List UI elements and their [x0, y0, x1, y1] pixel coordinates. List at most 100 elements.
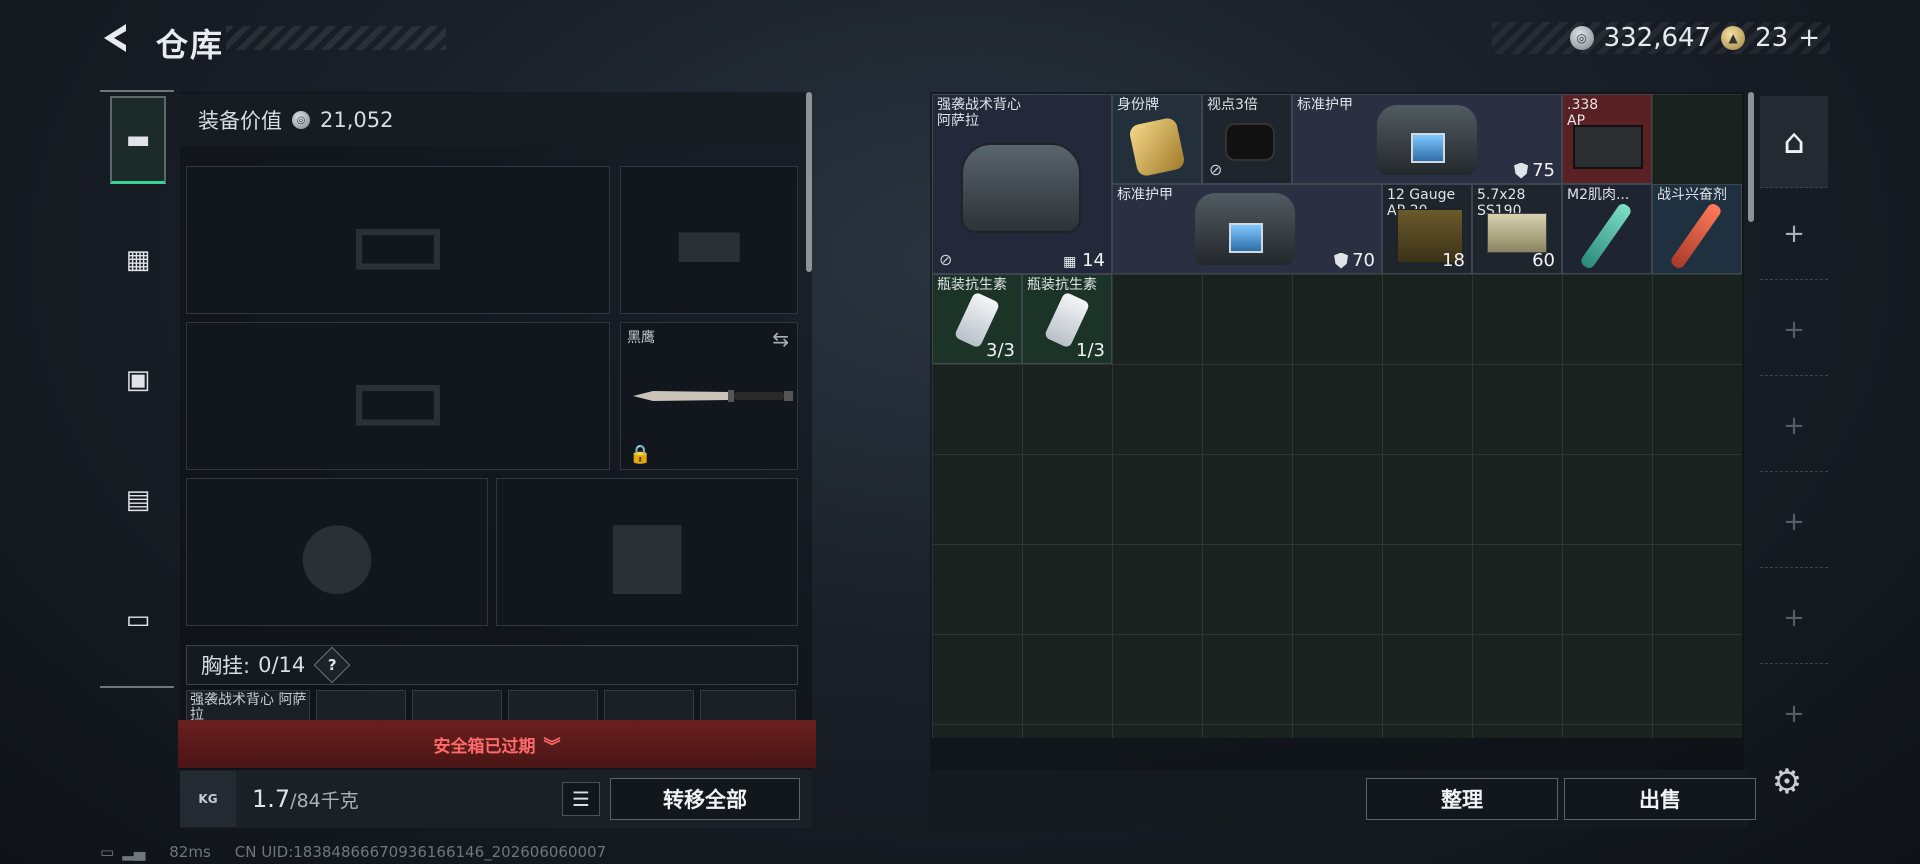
- item-quantity: 3/3: [986, 340, 1015, 361]
- item-standard-armor[interactable]: 标准护甲 70: [1112, 184, 1382, 274]
- storage-tab-add[interactable]: +: [1760, 572, 1828, 664]
- plus-icon: +: [1783, 218, 1805, 249]
- armor-plate-icon: [1411, 133, 1445, 163]
- weight-current: 1.7: [252, 785, 291, 813]
- rig-slot-label: 强袭战术背心 阿萨拉: [190, 692, 307, 723]
- item-antibiotics[interactable]: 瓶装抗生素 3/3: [932, 274, 1022, 364]
- item-antibiotics[interactable]: 瓶装抗生素 1/3: [1022, 274, 1112, 364]
- chest-rig-count: 0: [258, 653, 272, 677]
- no-insurance-icon: ⊘: [1209, 160, 1223, 179]
- equipment-value: 21,052: [320, 108, 394, 132]
- toolbox-icon: ▭: [125, 605, 151, 635]
- warehouse-scrollbar[interactable]: [1748, 92, 1754, 222]
- uid-text: CN UID:18384866670936166146_202606060007: [234, 843, 607, 861]
- pistol-slot[interactable]: ▬: [620, 166, 798, 314]
- equipment-scrollbar[interactable]: [806, 92, 812, 272]
- armor-slot[interactable]: ■: [496, 478, 798, 626]
- case-icon: ▤: [125, 485, 151, 515]
- pistol-silhouette-icon: ▬: [671, 193, 747, 287]
- melee-name: 黑鹰: [627, 330, 655, 346]
- item-tactical-vest[interactable]: 强袭战术背心 阿萨拉 ⊘ ▦ 14: [932, 94, 1112, 274]
- item-standard-armor[interactable]: 标准护甲 75: [1292, 94, 1562, 184]
- organize-button[interactable]: 整理: [1366, 778, 1558, 820]
- vest-icon: ▦: [1063, 254, 1077, 270]
- tab-backpack[interactable]: ▣: [110, 336, 166, 424]
- plus-icon: +: [1783, 314, 1805, 345]
- settings-gear-icon[interactable]: ⚙: [1765, 760, 1809, 804]
- item-combat-stimulant[interactable]: 战斗兴奋剂: [1652, 184, 1742, 274]
- storage-tab-add[interactable]: +: [1760, 668, 1828, 760]
- chest-rig-label: 胸挂:: [201, 654, 251, 678]
- safe-box-expired-text: 安全箱已过期: [433, 736, 536, 757]
- item-5-7x28[interactable]: 5.7x28 SS190 60: [1472, 184, 1562, 274]
- item-name: 瓶装抗生素: [937, 277, 1007, 293]
- warehouse-grid[interactable]: 强袭战术背心 阿萨拉 ⊘ ▦ 14 身份牌 视点3倍 ⊘ 标准护甲 75 .338…: [932, 94, 1742, 738]
- item-name: 视点3倍: [1207, 97, 1258, 113]
- help-button[interactable]: ?: [313, 646, 351, 684]
- equipment-value-header: 装备价值 ◎ 21,052: [180, 94, 800, 146]
- back-arrow-icon[interactable]: [96, 18, 136, 58]
- weight-icon: KG: [180, 771, 236, 827]
- storage-tab-add[interactable]: +: [1760, 284, 1828, 376]
- sell-button[interactable]: 出售: [1564, 778, 1756, 820]
- item-12-gauge[interactable]: 12 GaugeAP-20 18: [1382, 184, 1472, 274]
- tactical-vest-icon: [961, 143, 1081, 233]
- item-durability: 70: [1334, 250, 1375, 271]
- item-338-ap[interactable]: .338 AP: [1562, 94, 1652, 184]
- storage-tab-add[interactable]: +: [1760, 380, 1828, 472]
- status-footer: ▭ ▂▄ 82ms CN UID:18384866670936166146_20…: [100, 843, 606, 861]
- silver-coin-icon: ◎: [292, 111, 310, 129]
- loadout-tab-rail: ▬ ▦ ▣ ▤ ▭: [100, 90, 174, 688]
- tab-toolbox[interactable]: ▭: [110, 576, 166, 664]
- transfer-all-button[interactable]: 转移全部: [610, 778, 800, 820]
- tab-case[interactable]: ▤: [110, 456, 166, 544]
- syringe-icon: [1669, 201, 1723, 271]
- rifle-silhouette-icon: ▭: [346, 176, 450, 304]
- chest-rig-row: 胸挂: 0/14 ?: [186, 645, 798, 685]
- backpack-icon: ▣: [125, 365, 151, 395]
- ammo-box-icon: [1487, 213, 1547, 253]
- primary-weapon-slot[interactable]: ▭: [186, 166, 610, 314]
- chevron-down-icon: ︾: [543, 736, 561, 757]
- rig-slot[interactable]: [700, 690, 796, 722]
- item-dog-tag[interactable]: 身份牌: [1112, 94, 1202, 184]
- rig-slot[interactable]: [508, 690, 598, 722]
- item-name: 瓶装抗生素: [1027, 277, 1097, 293]
- safe-box-expired-banner[interactable]: 安全箱已过期 ︾: [178, 720, 816, 768]
- item-durability: 75: [1514, 160, 1555, 181]
- list-view-button[interactable]: ☰: [562, 782, 600, 816]
- rig-slot[interactable]: [316, 690, 406, 722]
- helmet-silhouette-icon: ●: [297, 499, 377, 605]
- chest-rig-capacity: /14: [271, 653, 306, 677]
- storage-tab-main[interactable]: ⌂: [1760, 96, 1828, 188]
- storage-tab-add[interactable]: +: [1760, 476, 1828, 568]
- add-gold-button[interactable]: +: [1798, 23, 1820, 53]
- item-scope[interactable]: 视点3倍 ⊘: [1202, 94, 1292, 184]
- plus-icon: +: [1783, 699, 1805, 729]
- storage-tab-rail: ⌂ + + + + + +: [1756, 92, 1832, 828]
- silver-amount: 332,647: [1603, 23, 1712, 53]
- rig-slot[interactable]: [604, 690, 694, 722]
- title-decoration: [226, 26, 446, 50]
- storage-tab-add[interactable]: +: [1760, 188, 1828, 280]
- item-m2-muscle[interactable]: M2肌肉...: [1562, 184, 1652, 274]
- shield-icon: [1514, 162, 1529, 179]
- tab-vest[interactable]: ▦: [110, 216, 166, 304]
- swap-icon[interactable]: ⇆: [772, 327, 789, 351]
- no-insurance-icon: ⊘: [939, 250, 953, 269]
- warehouse-icon: ⌂: [1783, 121, 1805, 162]
- helmet-slot[interactable]: ●: [186, 478, 488, 626]
- item-name: 标准护甲: [1117, 187, 1173, 203]
- rifle-silhouette-icon: ▭: [346, 332, 450, 460]
- scope-icon: [1227, 125, 1273, 159]
- signal-icon: ▂▄: [122, 843, 146, 861]
- item-name: 战斗兴奋剂: [1657, 187, 1727, 203]
- rig-slot[interactable]: [412, 690, 502, 722]
- dog-tag-icon: [1128, 116, 1186, 178]
- tab-weapons[interactable]: ▬: [110, 96, 166, 184]
- item-quantity: 1/3: [1076, 340, 1105, 361]
- item-quantity: 60: [1532, 250, 1555, 271]
- rig-slot[interactable]: 强袭战术背心 阿萨拉: [186, 690, 310, 723]
- melee-slot[interactable]: 黑鹰 ⇆ 🔒: [620, 322, 798, 470]
- secondary-weapon-slot[interactable]: ▭: [186, 322, 610, 470]
